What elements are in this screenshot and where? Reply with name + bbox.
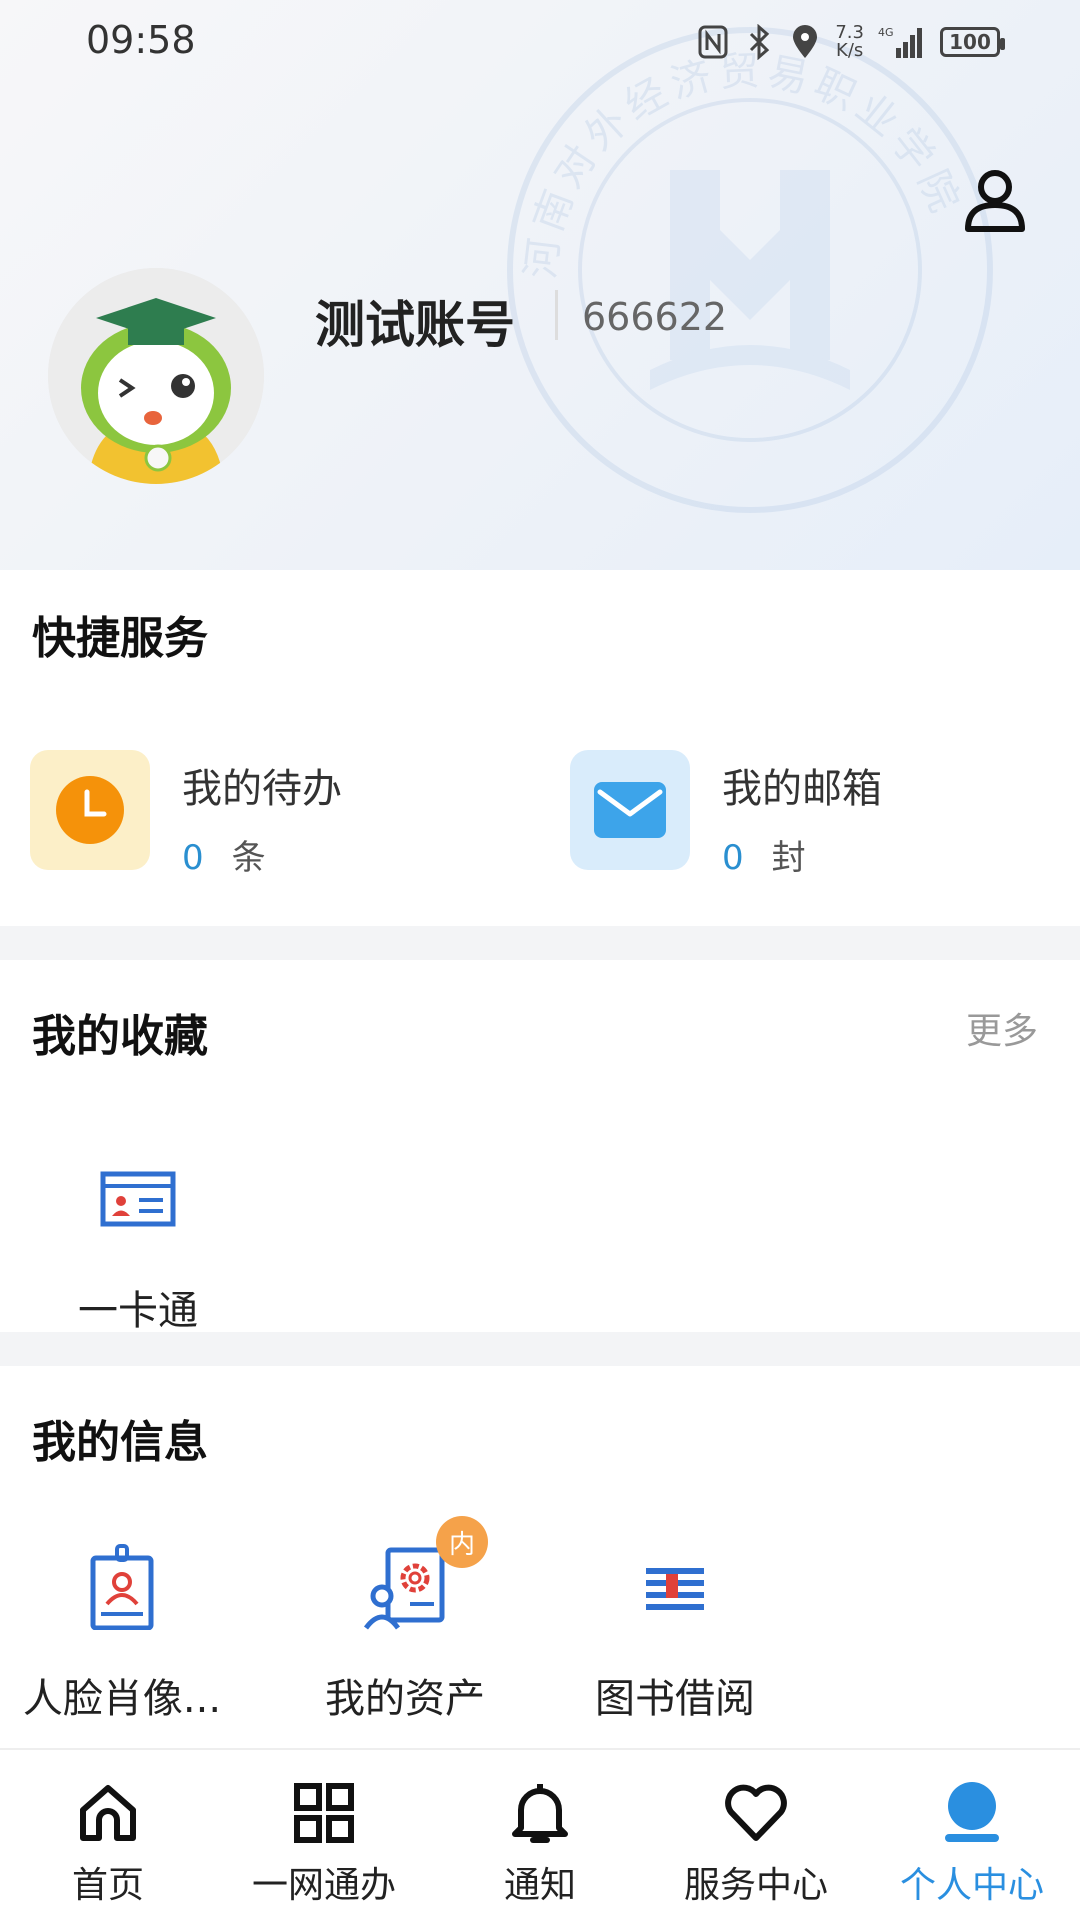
nav-label: 服务中心 <box>683 1865 828 1906</box>
net-speed: 7.3 K/s <box>835 22 864 61</box>
section-gap <box>0 1332 1080 1366</box>
heart-icon <box>725 1784 787 1841</box>
avatar[interactable] <box>48 268 264 484</box>
asset-gear-icon <box>363 1547 445 1630</box>
internal-badge: 内 <box>436 1516 488 1568</box>
user-id: 666622 <box>582 295 728 339</box>
bluetooth-icon <box>750 24 770 60</box>
info-item-my-assets[interactable]: 内 我的资产 <box>285 1516 525 1724</box>
nav-item-home[interactable]: 首页 <box>0 1750 216 1920</box>
nav-label: 首页 <box>71 1865 144 1906</box>
divider <box>555 290 558 340</box>
my-mailbox-item[interactable]: 我的邮箱 0封 <box>570 750 882 879</box>
quick-label: 我的待办 <box>182 766 342 812</box>
status-bar: 09:58 7.3 K/s 4G 100 <box>0 0 1080 90</box>
favorites-section: 我的收藏 更多 一卡通 <box>0 960 1080 1334</box>
info-item-face-portrait[interactable]: 人脸肖像... <box>2 1544 242 1724</box>
mail-icon <box>594 782 666 838</box>
mail-icon-box <box>570 750 690 870</box>
quick-services-section: 快捷服务 我的待办 0条 我的邮箱 0封 <box>0 570 1080 926</box>
clock-icon-box <box>30 750 150 870</box>
nav-label: 通知 <box>503 1865 576 1906</box>
mail-count: 0封 <box>722 838 806 878</box>
grid-label: 图书借阅 <box>595 1676 755 1722</box>
section-title: 快捷服务 <box>32 613 208 664</box>
nav-label: 一网通办 <box>251 1865 396 1906</box>
seal-text: 河南对外经济贸易职业学院 <box>518 48 964 281</box>
location-icon <box>793 25 818 58</box>
status-time: 09:58 <box>86 18 196 62</box>
info-item-library[interactable]: 图书借阅 <box>555 1544 795 1724</box>
favorite-item-card[interactable]: 一卡通 <box>18 1156 258 1336</box>
my-info-section: 我的信息 人脸肖像... 内 我的资产 图书借阅 <box>0 1366 1080 1748</box>
id-card-icon <box>100 1171 176 1227</box>
user-name: 测试账号 <box>315 296 515 354</box>
status-icons: 7.3 K/s 4G 100 <box>697 20 1005 64</box>
nav-item-service[interactable]: 服务中心 <box>648 1750 864 1920</box>
more-link[interactable]: 更多 <box>966 1002 1038 1054</box>
nav-label: 个人中心 <box>899 1865 1044 1906</box>
signal-icon: 4G <box>878 26 922 58</box>
battery-icon: 100 <box>940 27 1005 57</box>
bell-icon <box>512 1784 568 1843</box>
home-icon <box>80 1785 136 1841</box>
svg-text:4G: 4G <box>878 26 894 39</box>
grid-label: 一卡通 <box>78 1288 198 1334</box>
grid-label: 我的资产 <box>325 1676 485 1722</box>
person-icon[interactable] <box>960 165 1030 235</box>
badge-portrait-icon <box>90 1544 154 1630</box>
grid-label: 人脸肖像... <box>22 1676 222 1722</box>
todo-count: 0条 <box>182 838 266 878</box>
books-icon <box>646 1568 704 1610</box>
section-title: 我的收藏 <box>32 1011 208 1062</box>
section-gap <box>0 926 1080 960</box>
user-icon <box>945 1782 999 1842</box>
mascot-avatar <box>48 268 264 484</box>
asset-icon-wrap: 内 <box>362 1516 488 1630</box>
nav-item-notice[interactable]: 通知 <box>432 1750 648 1920</box>
nav-item-one-stop[interactable]: 一网通办 <box>216 1750 432 1920</box>
bottom-nav: 首页 一网通办 通知 服务中心 个人中心 <box>0 1748 1080 1920</box>
nfc-icon <box>698 25 728 59</box>
my-todo-item[interactable]: 我的待办 0条 <box>30 750 342 879</box>
clock-icon <box>56 776 124 844</box>
quick-label: 我的邮箱 <box>722 766 882 812</box>
section-title: 我的信息 <box>32 1417 208 1468</box>
profile-header: 河南对外经济贸易职业学院 09:58 7.3 K/s 4G 100 测试账号 6… <box>0 0 1080 570</box>
grid-icon <box>294 1783 354 1843</box>
nav-item-personal[interactable]: 个人中心 <box>864 1750 1080 1920</box>
